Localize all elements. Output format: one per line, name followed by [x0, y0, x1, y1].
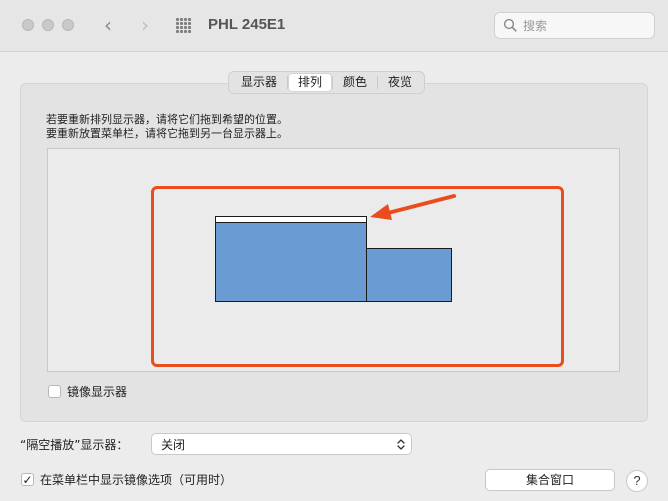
mirror-displays-label: 镜像显示器 — [67, 385, 128, 399]
search-icon — [503, 18, 517, 32]
tab-arrangement[interactable]: 排列 — [288, 73, 333, 92]
airplay-display-label: “隔空播放”显示器： — [20, 438, 129, 452]
window: ‹ › PHL 245E1 显示器 排列 颜色 夜览 若要重新排列显示器，请将它… — [0, 0, 668, 501]
title-bar: ‹ › PHL 245E1 — [0, 0, 668, 52]
close-window-button[interactable] — [22, 19, 34, 31]
chevron-right-icon[interactable]: › — [134, 14, 156, 36]
instruction-menubar-text: 要重新放置菜单栏，请将它拖到另一台显示器上。 — [46, 127, 288, 140]
show-mirroring-options-label: 在菜单栏中显示镜像选项（可用时） — [40, 473, 233, 487]
airplay-display-select[interactable]: 关闭 — [151, 433, 412, 455]
search-box[interactable] — [494, 12, 655, 39]
checkmark-icon: ✓ — [22, 472, 33, 487]
tab-night-shift[interactable]: 夜览 — [378, 73, 422, 92]
zoom-window-button[interactable] — [62, 19, 74, 31]
airplay-display-value: 关闭 — [161, 438, 186, 452]
chevron-left-icon[interactable]: ‹ — [97, 14, 119, 36]
select-arrows-icon — [397, 439, 405, 450]
show-mirroring-options-checkbox[interactable]: ✓ — [21, 473, 34, 486]
search-input[interactable] — [523, 16, 645, 35]
annotation-arrow-icon — [370, 194, 456, 220]
tab-display[interactable]: 显示器 — [231, 73, 287, 92]
window-title: PHL 245E1 — [208, 16, 286, 33]
highlight-annotation-box — [151, 186, 564, 367]
instruction-rearrange-text: 若要重新排列显示器，请将它们拖到希望的位置。 — [46, 113, 288, 126]
grid-icon[interactable] — [176, 18, 192, 34]
help-button[interactable]: ? — [626, 470, 648, 492]
tab-color[interactable]: 颜色 — [333, 73, 377, 92]
mirror-displays-checkbox[interactable] — [48, 385, 61, 398]
gather-windows-button[interactable]: 集合窗口 — [485, 469, 615, 491]
tab-bar: 显示器 排列 颜色 夜览 — [228, 71, 426, 94]
minimize-window-button[interactable] — [42, 19, 54, 31]
